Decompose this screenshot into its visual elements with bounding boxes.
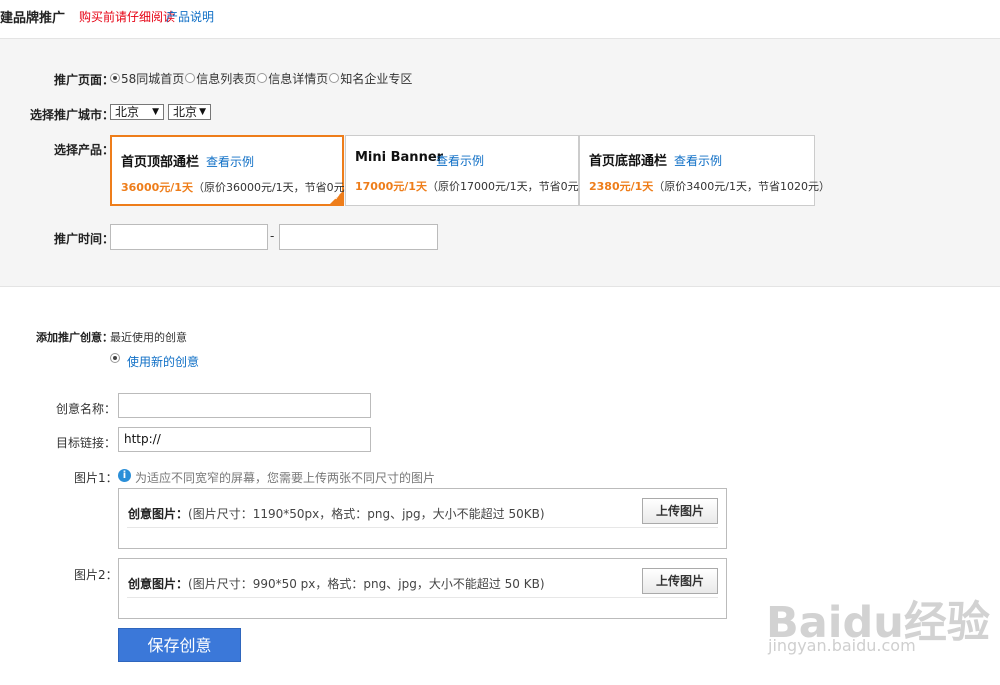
view-example-link[interactable]: 查看示例	[436, 152, 484, 169]
view-example-link[interactable]: 查看示例	[206, 153, 254, 170]
divider	[127, 597, 718, 598]
city-select[interactable]: 北京 ▼	[168, 104, 211, 120]
recent-creative-option[interactable]: 最近使用的创意	[110, 329, 187, 345]
promo-page-option-list[interactable]: 信息列表页	[196, 70, 256, 87]
product-price-line: 36000元/1天（原价36000元/1天，节省0元）	[121, 179, 356, 195]
purchase-notice-link[interactable]: 购买前请仔细阅读	[79, 8, 175, 25]
product-name: Mini Banner	[355, 150, 444, 165]
product-explain-link[interactable]: 产品说明	[166, 8, 214, 25]
watermark-url: jingyan.baidu.com	[768, 636, 916, 655]
product-price-detail: （原价3400元/1天，节省1020元）	[653, 180, 830, 193]
add-creative-label: 添加推广创意：	[36, 331, 113, 344]
baidu-jingyan-watermark: Baidu经验 jingyan.baidu.com	[760, 568, 1000, 685]
image1-upload-box: 创意图片：(图片尺寸：1190*50px，格式：png、jpg，大小不能超过 5…	[118, 488, 727, 549]
save-creative-button[interactable]: 保存创意	[118, 628, 241, 662]
product-name: 首页底部通栏	[589, 154, 668, 169]
product-card-mini-banner[interactable]: Mini Banner 查看示例 17000元/1天（原价17000元/1天，节…	[345, 135, 590, 206]
page-title: 建品牌推广	[0, 11, 66, 26]
target-link-input[interactable]: http://	[118, 427, 371, 452]
image1-label: 图片1：	[74, 471, 118, 485]
info-icon: i	[118, 469, 131, 482]
product-card-home-bottom[interactable]: 首页底部通栏 查看示例 2380元/1天（原价3400元/1天，节省1020元）	[579, 135, 830, 206]
use-new-creative-radio[interactable]	[110, 353, 120, 363]
date-separator: -	[270, 229, 275, 243]
image1-spec-line: 创意图片：(图片尺寸：1190*50px，格式：png、jpg，大小不能超过 5…	[128, 505, 545, 522]
chevron-down-icon: ▼	[199, 107, 206, 117]
promo-page-option-detail[interactable]: 信息详情页	[268, 70, 328, 87]
promo-page-option-detail-radio[interactable]	[257, 73, 268, 83]
end-date-input[interactable]	[279, 224, 438, 250]
promo-page-option-enterprise-radio[interactable]	[329, 73, 340, 83]
promo-page-radio-group: 58同城首页 信息列表页 信息详情页 知名企业专区	[110, 70, 412, 86]
province-select[interactable]: 北京 ▼	[110, 104, 164, 120]
city-label: 选择推广城市：	[30, 108, 115, 122]
product-price: 2380元/1天	[589, 180, 654, 193]
product-price: 17000元/1天	[355, 180, 427, 193]
chevron-down-icon: ▼	[152, 107, 159, 117]
target-link-label: 目标链接：	[56, 436, 117, 450]
start-date-input[interactable]	[110, 224, 268, 250]
promo-time-label: 推广时间：	[54, 232, 115, 246]
product-price-line: 2380元/1天（原价3400元/1天，节省1020元）	[589, 178, 830, 194]
image2-upload-button[interactable]: 上传图片	[642, 568, 718, 594]
image2-upload-box: 创意图片：(图片尺寸：990*50 px，格式：png、jpg，大小不能超过 5…	[118, 558, 727, 619]
image2-spec: (图片尺寸：990*50 px，格式：png、jpg，大小不能超过 50 KB)	[188, 577, 545, 591]
image2-spec-line: 创意图片：(图片尺寸：990*50 px，格式：png、jpg，大小不能超过 5…	[128, 575, 545, 592]
image2-title: 创意图片：	[128, 577, 189, 591]
page-header: 建品牌推广 购买前请仔细阅读 产品说明	[0, 0, 1000, 39]
image1-title: 创意图片：	[128, 507, 189, 521]
creative-name-label: 创意名称：	[56, 402, 117, 416]
product-price-detail: （原价17000元/1天，节省0元）	[426, 180, 590, 193]
selected-check-icon: ✓	[330, 192, 342, 204]
divider	[127, 527, 718, 528]
promo-page-option-home-radio[interactable]	[110, 73, 120, 83]
product-price: 36000元/1天	[121, 181, 193, 194]
image1-upload-button[interactable]: 上传图片	[642, 498, 718, 524]
product-label: 选择产品：	[54, 143, 115, 157]
product-card-home-top[interactable]: 首页顶部通栏 查看示例 36000元/1天（原价36000元/1天，节省0元） …	[110, 135, 356, 206]
product-price-line: 17000元/1天（原价17000元/1天，节省0元）	[355, 178, 590, 194]
product-name: 首页顶部通栏	[121, 155, 200, 170]
city-select-value: 北京	[173, 105, 198, 119]
image2-label: 图片2：	[74, 568, 118, 582]
promo-page-option-enterprise[interactable]: 知名企业专区	[340, 70, 412, 87]
view-example-link[interactable]: 查看示例	[674, 152, 722, 169]
image-size-hint: 为适应不同宽窄的屏幕，您需要上传两张不同尺寸的图片	[135, 471, 436, 485]
promo-page-label: 推广页面：	[54, 73, 115, 87]
use-new-creative-option[interactable]: 使用新的创意	[127, 353, 199, 370]
province-select-value: 北京	[115, 105, 140, 119]
creative-name-input[interactable]	[118, 393, 371, 418]
promo-page-option-home[interactable]: 58同城首页	[121, 70, 184, 87]
image1-spec: (图片尺寸：1190*50px，格式：png、jpg，大小不能超过 50KB)	[188, 507, 545, 521]
promo-page-option-list-radio[interactable]	[185, 73, 196, 83]
